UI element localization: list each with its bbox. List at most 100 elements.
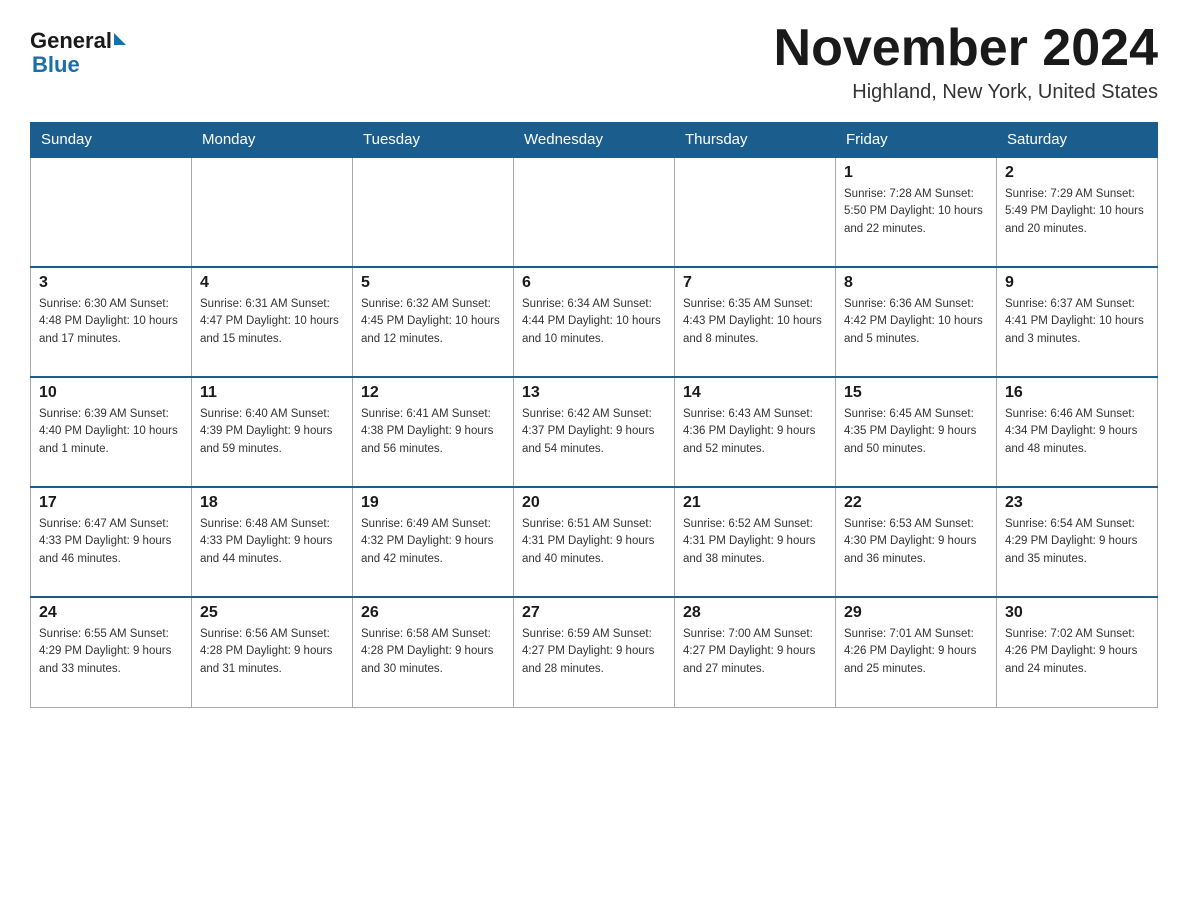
day-number: 14 bbox=[683, 384, 827, 402]
week-row-3: 10Sunrise: 6:39 AM Sunset: 4:40 PM Dayli… bbox=[31, 377, 1158, 487]
day-number: 13 bbox=[522, 384, 666, 402]
location-label: Highland, New York, United States bbox=[774, 81, 1158, 104]
day-info: Sunrise: 6:47 AM Sunset: 4:33 PM Dayligh… bbox=[39, 516, 183, 568]
calendar-cell bbox=[192, 157, 353, 267]
day-number: 12 bbox=[361, 384, 505, 402]
day-info: Sunrise: 6:42 AM Sunset: 4:37 PM Dayligh… bbox=[522, 406, 666, 458]
day-number: 17 bbox=[39, 494, 183, 512]
day-info: Sunrise: 6:53 AM Sunset: 4:30 PM Dayligh… bbox=[844, 516, 988, 568]
calendar-cell: 20 Sunrise: 6:51 AM Sunset: 4:31 PM Dayli… bbox=[514, 487, 675, 597]
weekday-header-tuesday: Tuesday bbox=[353, 123, 514, 158]
day-number: 21 bbox=[683, 494, 827, 512]
calendar-cell: 10Sunrise: 6:39 AM Sunset: 4:40 PM Dayli… bbox=[31, 377, 192, 487]
calendar-cell: 17 Sunrise: 6:47 AM Sunset: 4:33 PM Dayli… bbox=[31, 487, 192, 597]
calendar-cell: 19 Sunrise: 6:49 AM Sunset: 4:32 PM Dayli… bbox=[353, 487, 514, 597]
logo-general-text: General bbox=[30, 28, 126, 54]
calendar-cell: 24 Sunrise: 6:55 AM Sunset: 4:29 PM Dayli… bbox=[31, 597, 192, 707]
day-info: Sunrise: 6:40 AM Sunset: 4:39 PM Dayligh… bbox=[200, 406, 344, 458]
header: General Blue November 2024 Highland, New… bbox=[30, 20, 1158, 104]
day-number: 29 bbox=[844, 604, 988, 622]
week-row-4: 17 Sunrise: 6:47 AM Sunset: 4:33 PM Dayli… bbox=[31, 487, 1158, 597]
day-info: Sunrise: 6:31 AM Sunset: 4:47 PM Dayligh… bbox=[200, 296, 344, 348]
day-number: 30 bbox=[1005, 604, 1149, 622]
calendar-cell: 9Sunrise: 6:37 AM Sunset: 4:41 PM Daylig… bbox=[997, 267, 1158, 377]
weekday-header-friday: Friday bbox=[836, 123, 997, 158]
day-info: Sunrise: 7:01 AM Sunset: 4:26 PM Dayligh… bbox=[844, 626, 988, 678]
day-info: Sunrise: 6:39 AM Sunset: 4:40 PM Dayligh… bbox=[39, 406, 183, 458]
calendar-cell: 4 Sunrise: 6:31 AM Sunset: 4:47 PM Daylig… bbox=[192, 267, 353, 377]
logo-general-label: General bbox=[30, 28, 112, 54]
day-info: Sunrise: 6:59 AM Sunset: 4:27 PM Dayligh… bbox=[522, 626, 666, 678]
calendar-cell: 15Sunrise: 6:45 AM Sunset: 4:35 PM Dayli… bbox=[836, 377, 997, 487]
day-number: 23 bbox=[1005, 494, 1149, 512]
week-row-2: 3 Sunrise: 6:30 AM Sunset: 4:48 PM Daylig… bbox=[31, 267, 1158, 377]
calendar-table: SundayMondayTuesdayWednesdayThursdayFrid… bbox=[30, 122, 1158, 708]
day-info: Sunrise: 6:30 AM Sunset: 4:48 PM Dayligh… bbox=[39, 296, 183, 348]
day-number: 27 bbox=[522, 604, 666, 622]
calendar-cell: 5Sunrise: 6:32 AM Sunset: 4:45 PM Daylig… bbox=[353, 267, 514, 377]
day-number: 19 bbox=[361, 494, 505, 512]
day-info: Sunrise: 6:48 AM Sunset: 4:33 PM Dayligh… bbox=[200, 516, 344, 568]
calendar-cell: 21 Sunrise: 6:52 AM Sunset: 4:31 PM Dayli… bbox=[675, 487, 836, 597]
day-info: Sunrise: 6:37 AM Sunset: 4:41 PM Dayligh… bbox=[1005, 296, 1149, 348]
calendar-cell: 25 Sunrise: 6:56 AM Sunset: 4:28 PM Dayli… bbox=[192, 597, 353, 707]
weekday-header-monday: Monday bbox=[192, 123, 353, 158]
day-info: Sunrise: 6:34 AM Sunset: 4:44 PM Dayligh… bbox=[522, 296, 666, 348]
day-number: 4 bbox=[200, 274, 344, 292]
calendar-cell: 22 Sunrise: 6:53 AM Sunset: 4:30 PM Dayli… bbox=[836, 487, 997, 597]
logo-blue-label: Blue bbox=[32, 52, 80, 78]
calendar-cell: 29 Sunrise: 7:01 AM Sunset: 4:26 PM Dayli… bbox=[836, 597, 997, 707]
calendar-cell: 30Sunrise: 7:02 AM Sunset: 4:26 PM Dayli… bbox=[997, 597, 1158, 707]
day-info: Sunrise: 6:35 AM Sunset: 4:43 PM Dayligh… bbox=[683, 296, 827, 348]
day-number: 26 bbox=[361, 604, 505, 622]
day-number: 16 bbox=[1005, 384, 1149, 402]
day-number: 11 bbox=[200, 384, 344, 402]
weekday-header-row: SundayMondayTuesdayWednesdayThursdayFrid… bbox=[31, 123, 1158, 158]
calendar-cell: 3 Sunrise: 6:30 AM Sunset: 4:48 PM Daylig… bbox=[31, 267, 192, 377]
weekday-header-sunday: Sunday bbox=[31, 123, 192, 158]
day-number: 3 bbox=[39, 274, 183, 292]
calendar-cell: 26 Sunrise: 6:58 AM Sunset: 4:28 PM Dayli… bbox=[353, 597, 514, 707]
calendar-cell: 1 Sunrise: 7:28 AM Sunset: 5:50 PM Daylig… bbox=[836, 157, 997, 267]
day-info: Sunrise: 6:56 AM Sunset: 4:28 PM Dayligh… bbox=[200, 626, 344, 678]
calendar-cell: 7Sunrise: 6:35 AM Sunset: 4:43 PM Daylig… bbox=[675, 267, 836, 377]
calendar-cell: 27 Sunrise: 6:59 AM Sunset: 4:27 PM Dayli… bbox=[514, 597, 675, 707]
day-number: 25 bbox=[200, 604, 344, 622]
calendar-cell: 11 Sunrise: 6:40 AM Sunset: 4:39 PM Dayli… bbox=[192, 377, 353, 487]
calendar-cell bbox=[31, 157, 192, 267]
logo-arrow-icon bbox=[114, 33, 126, 45]
day-number: 2 bbox=[1005, 164, 1149, 182]
day-number: 5 bbox=[361, 274, 505, 292]
day-number: 20 bbox=[522, 494, 666, 512]
day-number: 15 bbox=[844, 384, 988, 402]
week-row-1: 1 Sunrise: 7:28 AM Sunset: 5:50 PM Daylig… bbox=[31, 157, 1158, 267]
weekday-header-thursday: Thursday bbox=[675, 123, 836, 158]
calendar-cell: 6Sunrise: 6:34 AM Sunset: 4:44 PM Daylig… bbox=[514, 267, 675, 377]
calendar-cell: 28Sunrise: 7:00 AM Sunset: 4:27 PM Dayli… bbox=[675, 597, 836, 707]
day-number: 18 bbox=[200, 494, 344, 512]
calendar-cell: 8 Sunrise: 6:36 AM Sunset: 4:42 PM Daylig… bbox=[836, 267, 997, 377]
day-info: Sunrise: 6:49 AM Sunset: 4:32 PM Dayligh… bbox=[361, 516, 505, 568]
day-info: Sunrise: 7:28 AM Sunset: 5:50 PM Dayligh… bbox=[844, 186, 988, 238]
weekday-header-wednesday: Wednesday bbox=[514, 123, 675, 158]
day-number: 8 bbox=[844, 274, 988, 292]
calendar-cell bbox=[353, 157, 514, 267]
day-info: Sunrise: 6:51 AM Sunset: 4:31 PM Dayligh… bbox=[522, 516, 666, 568]
day-info: Sunrise: 6:36 AM Sunset: 4:42 PM Dayligh… bbox=[844, 296, 988, 348]
day-info: Sunrise: 6:55 AM Sunset: 4:29 PM Dayligh… bbox=[39, 626, 183, 678]
day-info: Sunrise: 7:00 AM Sunset: 4:27 PM Dayligh… bbox=[683, 626, 827, 678]
day-info: Sunrise: 6:58 AM Sunset: 4:28 PM Dayligh… bbox=[361, 626, 505, 678]
day-info: Sunrise: 6:54 AM Sunset: 4:29 PM Dayligh… bbox=[1005, 516, 1149, 568]
day-number: 24 bbox=[39, 604, 183, 622]
day-info: Sunrise: 6:52 AM Sunset: 4:31 PM Dayligh… bbox=[683, 516, 827, 568]
calendar-cell: 14Sunrise: 6:43 AM Sunset: 4:36 PM Dayli… bbox=[675, 377, 836, 487]
day-number: 1 bbox=[844, 164, 988, 182]
day-info: Sunrise: 6:41 AM Sunset: 4:38 PM Dayligh… bbox=[361, 406, 505, 458]
day-number: 22 bbox=[844, 494, 988, 512]
month-title: November 2024 bbox=[774, 20, 1158, 77]
weekday-header-saturday: Saturday bbox=[997, 123, 1158, 158]
week-row-5: 24 Sunrise: 6:55 AM Sunset: 4:29 PM Dayli… bbox=[31, 597, 1158, 707]
day-info: Sunrise: 6:46 AM Sunset: 4:34 PM Dayligh… bbox=[1005, 406, 1149, 458]
calendar-cell bbox=[514, 157, 675, 267]
calendar-cell bbox=[675, 157, 836, 267]
